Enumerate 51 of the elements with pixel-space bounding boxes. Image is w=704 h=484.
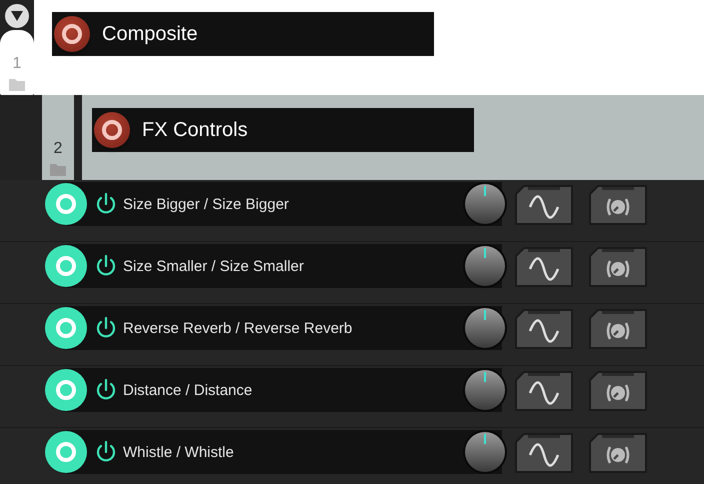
enable-button[interactable]: [45, 307, 87, 349]
lfo-button[interactable]: [514, 433, 574, 473]
lfo-button[interactable]: [514, 371, 574, 411]
folder-icon: [9, 79, 25, 91]
modulation-button[interactable]: [588, 371, 648, 411]
group-tab[interactable]: 2: [42, 95, 74, 180]
control-label: Size Smaller / Size Smaller: [123, 258, 305, 274]
collapse-button[interactable]: [5, 4, 29, 28]
power-icon[interactable]: [95, 316, 117, 340]
knob-icon: [606, 446, 630, 464]
knob[interactable]: [462, 243, 508, 289]
power-icon[interactable]: [95, 378, 117, 402]
sine-wave-icon: [528, 443, 560, 467]
sine-wave-icon: [528, 381, 560, 405]
knob[interactable]: [462, 181, 508, 227]
control-label: Size Bigger / Size Bigger: [123, 196, 290, 212]
sine-wave-icon: [528, 195, 560, 219]
modulation-button[interactable]: [588, 433, 648, 473]
power-icon[interactable]: [95, 440, 117, 464]
knob-icon: [606, 198, 630, 216]
group-toggle-button[interactable]: [54, 16, 90, 52]
folder-icon: [50, 164, 66, 176]
lfo-button[interactable]: [514, 309, 574, 349]
modulation-button[interactable]: [588, 247, 648, 287]
modulation-button[interactable]: [588, 309, 648, 349]
group-toggle-button[interactable]: [94, 112, 130, 148]
lfo-button[interactable]: [514, 247, 574, 287]
knob-icon: [606, 384, 630, 402]
enable-button[interactable]: [45, 245, 87, 287]
knob[interactable]: [462, 305, 508, 351]
enable-button[interactable]: [45, 431, 87, 473]
control-label: Reverse Reverb / Reverse Reverb: [123, 320, 354, 336]
sine-wave-icon: [528, 257, 560, 281]
control-label: Distance / Distance: [123, 382, 254, 398]
enable-button[interactable]: [45, 183, 87, 225]
control-label: Whistle / Whistle: [123, 444, 235, 460]
power-icon[interactable]: [95, 254, 117, 278]
knob[interactable]: [462, 429, 508, 475]
group-number: 1: [12, 55, 22, 73]
enable-button[interactable]: [45, 369, 87, 411]
knob-icon: [606, 322, 630, 340]
lfo-button[interactable]: [514, 185, 574, 225]
group-title: Composite: [102, 22, 198, 46]
power-icon[interactable]: [95, 192, 117, 216]
triangle-down-icon: [11, 11, 23, 21]
sine-wave-icon: [528, 319, 560, 343]
modulation-button[interactable]: [588, 185, 648, 225]
knob[interactable]: [462, 367, 508, 413]
group-title: FX Controls: [142, 118, 248, 142]
knob-icon: [606, 260, 630, 278]
group-number: 2: [54, 140, 62, 158]
